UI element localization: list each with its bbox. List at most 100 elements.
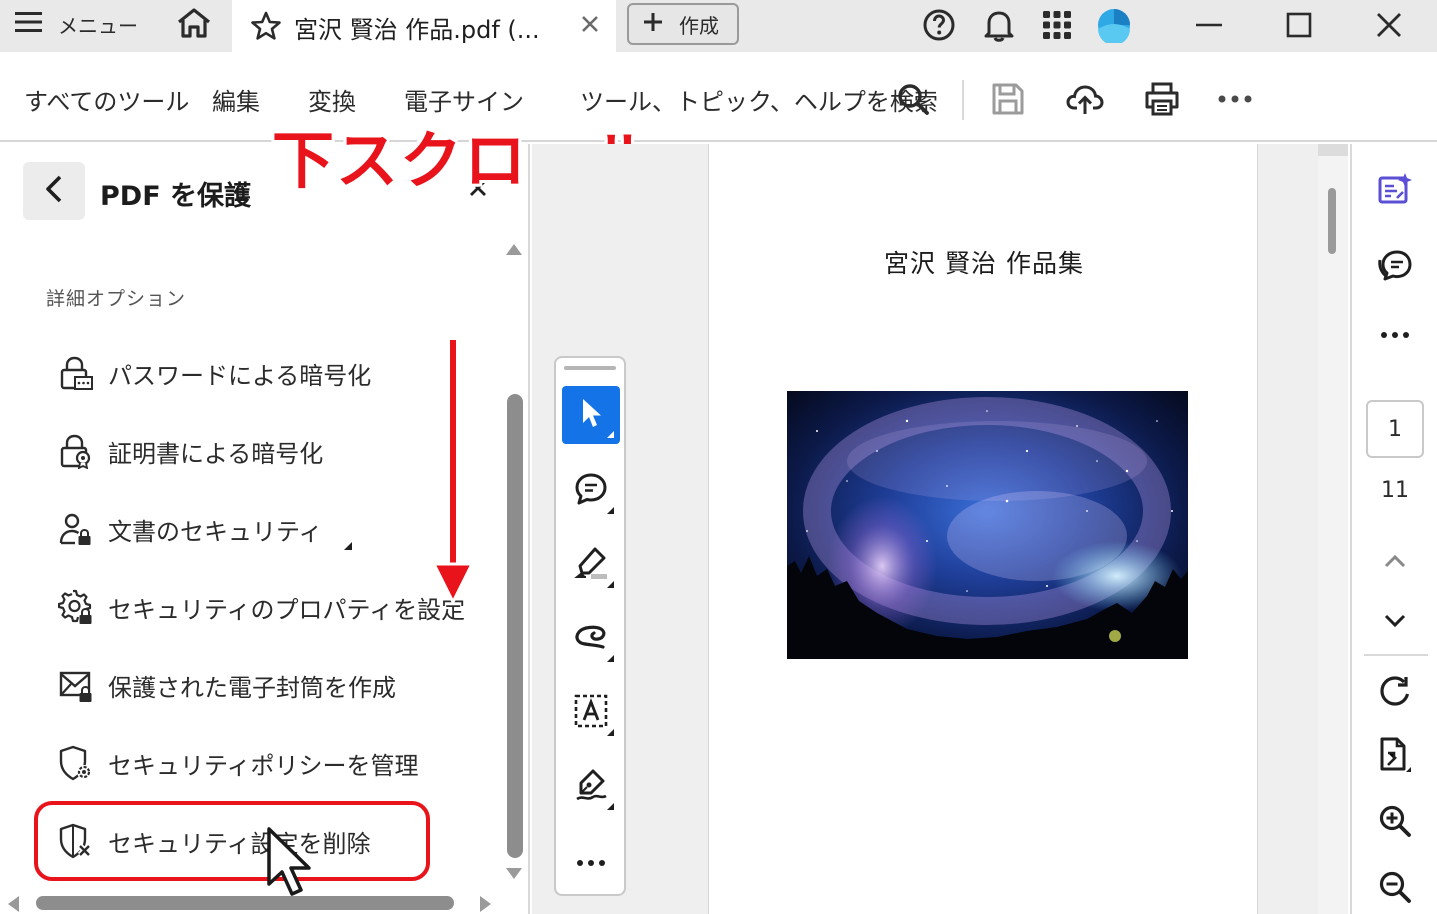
- help-icon[interactable]: [920, 6, 958, 44]
- scroll-left-icon[interactable]: [8, 896, 19, 912]
- back-button[interactable]: [23, 162, 85, 220]
- more-options-icon[interactable]: [1212, 76, 1258, 122]
- scroll-down-arrow-icon: [431, 340, 475, 606]
- more-icon: [576, 852, 606, 871]
- close-window-icon[interactable]: [1370, 6, 1408, 44]
- option-label: パスワードによる暗号化: [108, 361, 372, 390]
- tab-title: 宮沢 賢治 作品.pdf (...: [294, 16, 540, 44]
- toolbar-grip[interactable]: [564, 366, 616, 370]
- panel-scrollbar[interactable]: [507, 394, 523, 858]
- rail-more-icon[interactable]: [1372, 312, 1418, 358]
- night-sky-image: [787, 391, 1188, 659]
- tool-options-indicator: [607, 803, 614, 810]
- zoom-in-icon[interactable]: [1372, 798, 1418, 844]
- quick-tools-bar: [554, 356, 626, 896]
- edit-link[interactable]: 編集: [212, 82, 260, 117]
- apps-grid-icon[interactable]: [1038, 6, 1076, 44]
- select-tool[interactable]: [562, 386, 620, 444]
- cloud-upload-icon[interactable]: [1062, 76, 1108, 122]
- option-security-properties[interactable]: セキュリティのプロパティを設定: [58, 586, 465, 628]
- profile-avatar-icon[interactable]: [1095, 6, 1133, 44]
- draw-tool[interactable]: [562, 610, 620, 668]
- tool-options-indicator: [607, 581, 614, 588]
- home-icon: [176, 7, 212, 43]
- option-label: セキュリティのプロパティを設定: [108, 595, 466, 624]
- tool-options-indicator: [607, 729, 614, 736]
- scroll-up-icon[interactable]: [506, 244, 522, 255]
- option-secure-envelope[interactable]: 保護された電子封筒を作成: [58, 664, 396, 706]
- total-pages: 11: [1381, 478, 1409, 503]
- text-box-tool[interactable]: [562, 684, 620, 742]
- document-scrollbar[interactable]: [1318, 144, 1348, 914]
- main-toolbar: すべてのツール 編集 変換 電子サイン ツール、トピック、ヘルプを検索: [0, 54, 1437, 142]
- scrollbar-cap: [1318, 144, 1348, 156]
- option-security-policy[interactable]: セキュリティポリシーを管理: [58, 742, 419, 784]
- previous-page-icon[interactable]: [1372, 538, 1418, 584]
- bell-icon[interactable]: [980, 6, 1018, 44]
- chevron-left-icon: [43, 174, 65, 208]
- tool-options-indicator: [607, 431, 614, 438]
- option-label: 証明書による暗号化: [108, 439, 324, 468]
- right-rail: 1 11: [1350, 144, 1437, 914]
- close-tab-icon[interactable]: [578, 12, 602, 40]
- hamburger-icon: [14, 10, 44, 39]
- ai-assistant-icon[interactable]: [1372, 166, 1418, 212]
- scroll-right-icon[interactable]: [480, 896, 491, 912]
- envelope-lock-icon: [58, 667, 94, 703]
- user-lock-icon: [58, 511, 94, 547]
- comment-icon: [574, 472, 608, 510]
- more-tools-button[interactable]: [562, 832, 620, 890]
- comment-tool[interactable]: [562, 462, 620, 520]
- option-password-encryption[interactable]: パスワードによる暗号化: [58, 352, 371, 394]
- zoom-out-icon[interactable]: [1372, 864, 1418, 910]
- pointer-icon: [577, 396, 605, 434]
- option-document-security[interactable]: 文書のセキュリティ: [58, 508, 323, 550]
- highlighter-icon: [573, 546, 609, 584]
- next-page-icon[interactable]: [1372, 598, 1418, 644]
- section-label: 詳細オプション: [46, 288, 187, 310]
- option-label: 文書のセキュリティ: [108, 517, 323, 546]
- text-box-icon: [573, 693, 609, 733]
- option-certificate-encryption[interactable]: 証明書による暗号化: [58, 430, 323, 472]
- search-icon[interactable]: [890, 76, 936, 122]
- save-icon[interactable]: [985, 76, 1031, 122]
- sign-tool[interactable]: [562, 758, 620, 816]
- highlight-box: [34, 801, 430, 881]
- freehand-loop-icon: [573, 622, 609, 656]
- tool-options-indicator: [607, 655, 614, 662]
- option-label: セキュリティポリシーを管理: [108, 751, 419, 780]
- star-icon[interactable]: [250, 10, 282, 46]
- rotate-icon[interactable]: [1372, 668, 1418, 714]
- mouse-cursor-icon: [267, 827, 311, 896]
- shield-gear-icon: [58, 745, 94, 781]
- menu-button[interactable]: メニュー: [14, 0, 138, 48]
- print-icon[interactable]: [1139, 76, 1185, 122]
- toolbar-divider: [962, 80, 964, 120]
- pen-sign-icon: [573, 768, 609, 806]
- highlight-tool[interactable]: [562, 536, 620, 594]
- panel-title: PDF を保護: [100, 181, 252, 212]
- document-tab[interactable]: 宮沢 賢治 作品.pdf (...: [232, 0, 616, 54]
- submenu-indicator-icon: [344, 542, 352, 550]
- document-page-title: 宮沢 賢治 作品集: [884, 249, 1084, 278]
- document-scrollbar-thumb[interactable]: [1328, 188, 1336, 254]
- pdf-page: 宮沢 賢治 作品集: [708, 144, 1258, 914]
- current-page-input[interactable]: 1: [1366, 400, 1424, 458]
- rail-divider: [1364, 654, 1428, 656]
- create-label: 作成: [679, 13, 719, 38]
- tool-options-indicator: [607, 507, 614, 514]
- lock-certificate-icon: [58, 433, 94, 469]
- title-bar: メニュー 宮沢 賢治 作品.pdf (... 作成: [0, 0, 1437, 54]
- menu-label: メニュー: [58, 13, 138, 38]
- maximize-icon[interactable]: [1280, 6, 1318, 44]
- extract-pages-icon[interactable]: [1372, 732, 1418, 778]
- all-tools-link[interactable]: すべてのツール: [24, 82, 189, 117]
- comments-icon[interactable]: [1372, 242, 1418, 288]
- plus-icon: [643, 12, 663, 37]
- create-button[interactable]: 作成: [627, 3, 739, 45]
- scroll-down-icon[interactable]: [506, 868, 522, 879]
- panel-hscrollbar[interactable]: [36, 896, 454, 910]
- home-button[interactable]: [168, 6, 220, 44]
- minimize-icon[interactable]: [1190, 6, 1228, 44]
- lock-password-icon: [58, 355, 94, 391]
